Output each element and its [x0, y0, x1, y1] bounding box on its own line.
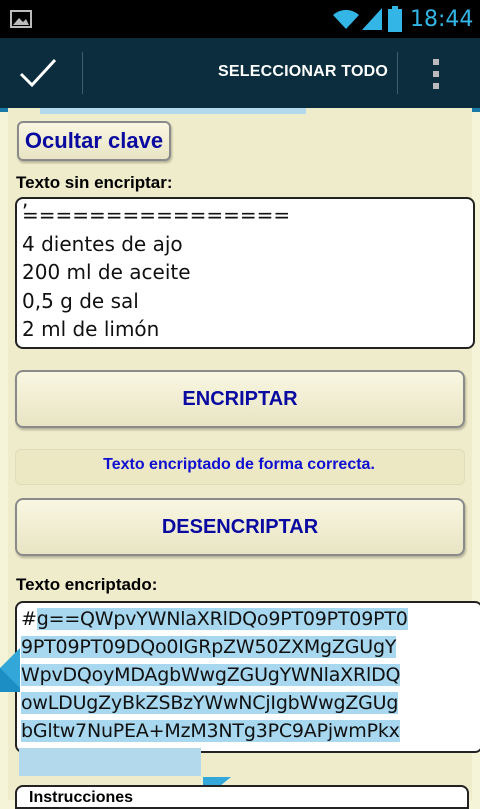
action-bar: SELECCIONAR TODO [0, 38, 480, 112]
status-message: Texto encriptado de forma correcta. [103, 456, 375, 473]
clock: 18:44 [410, 7, 474, 32]
instructions-label: Instrucciones [29, 789, 134, 806]
plain-text-label: Texto sin encriptar: [16, 173, 173, 192]
select-all-button[interactable]: SELECCIONAR TODO [218, 63, 388, 81]
text-line: ================ [22, 203, 291, 227]
decrypt-button[interactable]: DESENCRIPTAR [15, 498, 465, 556]
encrypted-text-field[interactable]: #g==QWpvYWNlaXRlDQo9PT09PT09PT0 9PT09PT0… [15, 601, 480, 753]
overflow-menu-icon[interactable] [432, 58, 440, 90]
encrypted-text-label: Texto encriptado: [16, 575, 158, 594]
selected-text: WpvDQoyMDAgbWwgZGUgYWNlaXRlDQ [21, 664, 401, 686]
encrypt-button[interactable]: ENCRIPTAR [15, 370, 465, 428]
battery-icon [388, 6, 402, 32]
text-line: 2 ml de limón [22, 317, 160, 341]
image-notification-icon [10, 10, 32, 28]
text-line: #g==QWpvYWNlaXRlDQo9PT09PT09PT0 [21, 608, 408, 630]
status-bar: 18:44 [0, 0, 480, 38]
selected-text: 9PT09PT09DQo0IGRpZW50ZXMgZGUgY [21, 636, 397, 658]
signal-icon [362, 8, 382, 30]
selected-text: owLDUgZyBkZSBzYWwNCjIgbWwgZGUg [21, 692, 399, 714]
selection-start-handle-tip[interactable] [0, 648, 20, 688]
selected-text: g==QWpvYWNlaXRlDQo9PT09PT09PT0 [36, 608, 408, 630]
text-prefix: # [21, 608, 37, 630]
selection-drag-area[interactable] [19, 748, 201, 776]
divider [82, 52, 83, 94]
divider [397, 52, 398, 94]
scroll-indicator [40, 108, 306, 114]
text-line: 0,5 g de sal [22, 289, 139, 313]
selected-text: bGltw7NuPEA+MzM3NTg3PC9APjwmPkx [21, 720, 400, 742]
instructions-box: Instrucciones [15, 785, 469, 809]
plain-text-field[interactable]: , ================ 4 dientes de ajo 200 … [15, 197, 475, 349]
text-line: 4 dientes de ajo [22, 232, 183, 256]
hide-key-button[interactable]: Ocultar clave [17, 121, 171, 161]
done-check-icon[interactable] [18, 56, 58, 90]
text-line: 200 ml de aceite [22, 260, 191, 284]
wifi-icon [333, 9, 359, 29]
